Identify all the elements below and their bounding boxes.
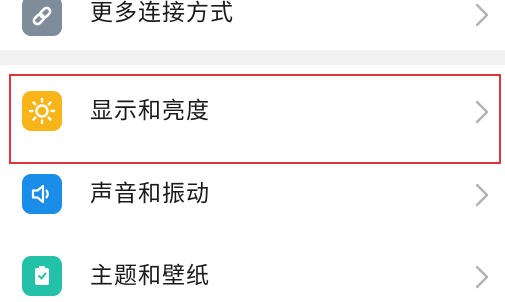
chevron-right-icon [475, 183, 489, 207]
settings-item-label: 更多连接方式 [90, 0, 234, 26]
settings-item-label: 主题和壁纸 [90, 263, 210, 289]
sun-icon [22, 91, 62, 131]
settings-item-sound-vibration[interactable]: 声音和振动 [0, 174, 505, 220]
settings-item-display-brightness[interactable]: 显示和亮度 [0, 65, 505, 175]
chevron-right-icon [475, 3, 489, 27]
link-icon [22, 0, 62, 36]
settings-item-theme-wallpaper[interactable]: 主题和壁纸 [0, 240, 505, 302]
speaker-icon [22, 174, 62, 214]
settings-item-more-connections[interactable]: 更多连接方式 [0, 0, 505, 50]
theme-icon [22, 256, 62, 296]
settings-item-label: 显示和亮度 [90, 98, 210, 124]
settings-item-label: 声音和振动 [90, 181, 210, 207]
chevron-right-icon [475, 265, 489, 289]
chevron-right-icon [475, 100, 489, 124]
section-divider [0, 50, 505, 65]
